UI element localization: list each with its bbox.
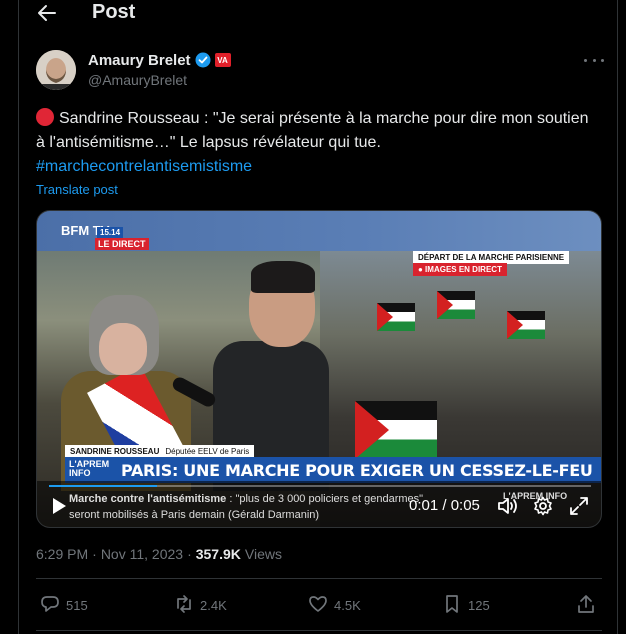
divider [36, 578, 602, 579]
post-header: Post [19, 0, 617, 30]
column-border-left [18, 0, 19, 634]
interviewer-hair [251, 261, 315, 293]
progress-fill [49, 485, 158, 487]
like-icon [308, 594, 328, 617]
ticker-bold: Marche contre l'antisémitisme [69, 493, 227, 505]
reply-button[interactable]: 515 [40, 594, 88, 617]
video-time: 0:01 / 0:05 [409, 497, 480, 514]
news-ticker: Marche contre l'antisémitisme : "plus de… [69, 491, 449, 523]
post-time[interactable]: 6:29 PM [36, 546, 88, 562]
bookmark-icon [442, 594, 462, 617]
column-border-right [617, 0, 618, 634]
red-circle-emoji [36, 108, 54, 126]
post-body: Sandrine Rousseau : "Je serai présente à… [36, 110, 589, 151]
back-arrow-icon[interactable] [35, 3, 59, 23]
speaker-name: SANDRINE ROUSSEAU [70, 447, 160, 456]
headline: PARIS: UNE MARCHE POUR EXIGER UN CESSEZ-… [113, 457, 601, 483]
reply-icon [40, 594, 60, 617]
author-row: Amaury Brelet VA [88, 50, 231, 70]
volume-icon[interactable] [497, 496, 519, 516]
flag [377, 303, 415, 331]
author-handle[interactable]: @AmauryBrelet [88, 72, 187, 88]
page-title: Post [92, 1, 136, 23]
fullscreen-icon[interactable] [569, 496, 589, 516]
verified-badge-icon[interactable] [195, 52, 211, 68]
progress-bar[interactable] [49, 485, 591, 487]
hashtag-link[interactable]: #marchecontrelantisemistisme [36, 158, 252, 175]
avatar[interactable] [36, 50, 76, 90]
translate-link[interactable]: Translate post [36, 182, 118, 197]
video-player[interactable]: BFM TV. 15.14 LE DIRECT DÉPART DE LA MAR… [36, 210, 602, 528]
post-date[interactable]: Nov 11, 2023 [101, 546, 183, 562]
share-button[interactable] [576, 594, 596, 617]
share-icon [576, 594, 596, 617]
speaker-role: Députée EELV de Paris [165, 447, 250, 456]
video-controls: Marche contre l'antisémitisme : "plus de… [37, 481, 601, 527]
speaker-face [99, 323, 147, 375]
affiliation-badge[interactable]: VA [214, 53, 231, 67]
views-count[interactable]: 357.9K [196, 546, 241, 562]
flag [507, 311, 545, 339]
repost-icon [174, 594, 194, 617]
post-text: Sandrine Rousseau : "Je serai présente à… [36, 107, 596, 179]
post-meta: 6:29 PM · Nov 11, 2023 · 357.9K Views [36, 546, 282, 562]
repost-button[interactable]: 2.4K [174, 594, 227, 617]
like-button[interactable]: 4.5K [308, 594, 361, 617]
right-live-label: ● IMAGES EN DIRECT [413, 263, 507, 276]
meta-separator: · [92, 546, 97, 562]
live-label: LE DIRECT [95, 238, 149, 250]
divider [36, 630, 602, 631]
reply-count: 515 [66, 598, 88, 613]
author-name[interactable]: Amaury Brelet [88, 52, 191, 69]
action-bar: 515 2.4K 4.5K 125 [36, 590, 602, 620]
views-label: Views [244, 546, 282, 562]
headline-banner: L'APREM INFO PARIS: UNE MARCHE POUR EXIG… [65, 457, 601, 483]
settings-icon[interactable] [533, 496, 553, 516]
more-icon[interactable] [584, 52, 604, 68]
flag [437, 291, 475, 319]
meta-separator: · [187, 546, 192, 562]
bookmark-count: 125 [468, 598, 490, 613]
play-icon[interactable] [51, 497, 67, 515]
bookmark-button[interactable]: 125 [442, 594, 490, 617]
channel-time: 15.14 [97, 227, 124, 238]
like-count: 4.5K [334, 598, 361, 613]
show-tag: L'APREM INFO [65, 457, 113, 483]
flag [355, 401, 437, 459]
repost-count: 2.4K [200, 598, 227, 613]
